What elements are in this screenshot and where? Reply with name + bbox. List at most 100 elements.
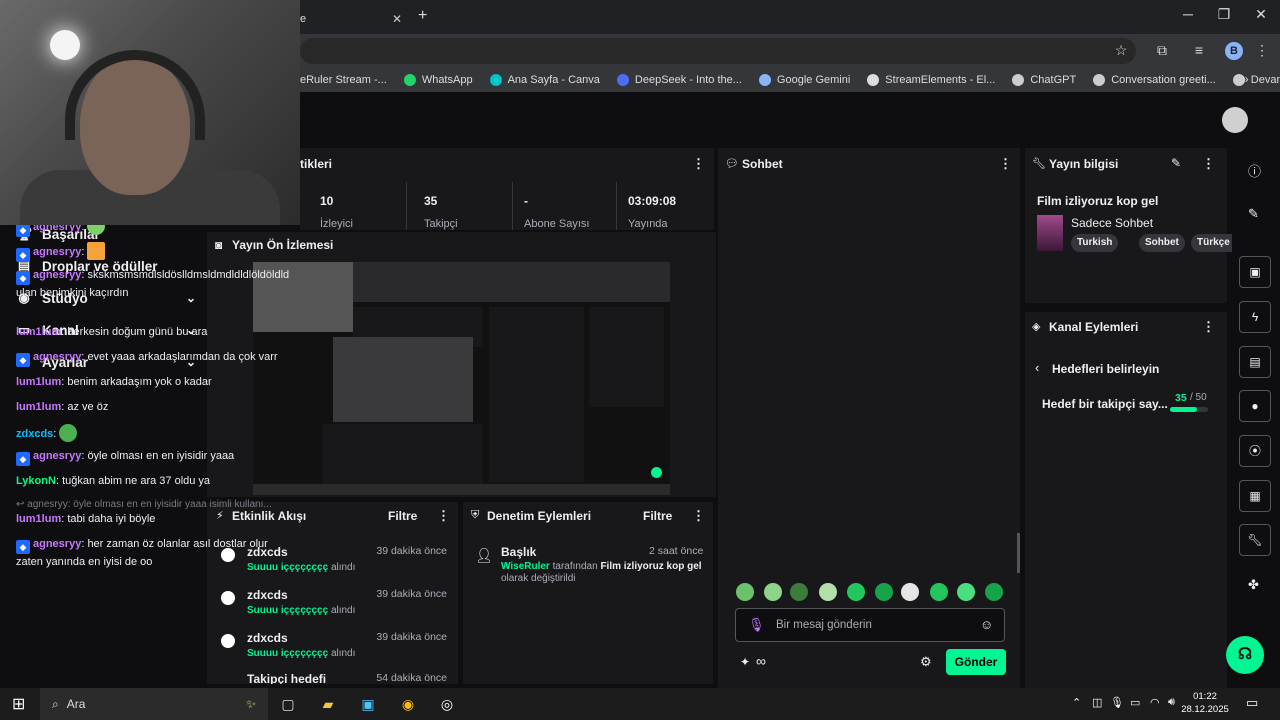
bookmark-item[interactable]: DeepSeek - Into the... bbox=[616, 74, 742, 86]
category-name: Sadece Sohbet bbox=[1071, 216, 1154, 230]
taskbar-clock[interactable]: 01:22 28.12.2025 bbox=[1180, 690, 1230, 716]
emote-icon[interactable] bbox=[985, 583, 1003, 601]
emote-icon[interactable] bbox=[875, 583, 893, 601]
reply-icon: ↩ bbox=[16, 499, 25, 510]
bookmark-item[interactable]: StreamElements - El... bbox=[867, 74, 995, 86]
close-tab-icon[interactable]: ✕ bbox=[392, 12, 402, 26]
help-icon[interactable]: ☊ bbox=[1226, 636, 1264, 674]
stream-info-panel: 🔧︎ Yayın bilgisi ✎ ⋮ Film izliyoruz kop … bbox=[1025, 148, 1236, 303]
more-bookmarks-icon[interactable]: » bbox=[1242, 72, 1249, 86]
bolt-icon[interactable]: ϟ bbox=[1239, 301, 1271, 333]
windows-start-icon[interactable]: ⊞ bbox=[12, 694, 25, 714]
microphone-icon[interactable]: 🎙︎ bbox=[1110, 696, 1124, 709]
bookmark-item[interactable]: WhatsApp bbox=[403, 74, 473, 86]
channel-points-icon[interactable]: ✦ bbox=[740, 655, 750, 669]
taskbar-search[interactable]: ⌕ Ara ✨︎ bbox=[40, 688, 268, 720]
obs-icon[interactable]: ◎ bbox=[435, 692, 459, 716]
gemini-icon bbox=[758, 74, 771, 86]
kebab-menu-icon[interactable]: ⋮ bbox=[692, 156, 705, 172]
activity-item[interactable]: Takipçi hedefi 54 dakika önce bbox=[207, 672, 458, 684]
search-icon: ⌕ bbox=[52, 696, 59, 711]
emote-icon[interactable] bbox=[957, 583, 975, 601]
new-tab-icon[interactable]: + bbox=[418, 7, 427, 25]
user-avatar[interactable] bbox=[1222, 107, 1248, 133]
wifi-icon[interactable]: ◠ bbox=[1150, 696, 1160, 709]
note-icon[interactable]: ▤ bbox=[1239, 346, 1271, 378]
vip-badge-icon: ◆ bbox=[16, 271, 30, 285]
preview-video[interactable] bbox=[253, 262, 670, 495]
show-hidden-icons[interactable]: ⌃ bbox=[1072, 696, 1081, 709]
extensions-icon[interactable]: ✤ bbox=[1248, 577, 1259, 593]
chat-bubble-icon[interactable]: ● bbox=[1239, 390, 1271, 422]
file-explorer-icon[interactable]: ▰ bbox=[316, 692, 340, 716]
moderation-filter-button[interactable]: Filtre bbox=[643, 509, 672, 523]
gear-icon[interactable]: ⚙ bbox=[920, 654, 932, 670]
chat-message: lum1lum: herkesin doğum günü bu ara bbox=[16, 326, 208, 338]
raid-icon[interactable]: ⦿ bbox=[1239, 435, 1271, 467]
activity-item[interactable]: zdxcds 39 dakika önce Suuuu içççççççç al… bbox=[207, 631, 458, 671]
clip-icon[interactable]: ▣ bbox=[1239, 256, 1271, 288]
browser-tab[interactable]: e ✕ bbox=[300, 4, 410, 34]
media-icon[interactable]: ≡ bbox=[1189, 42, 1209, 58]
microphone-icon[interactable]: 🎙︎ bbox=[748, 617, 765, 633]
bookmark-star-icon[interactable]: ☆ bbox=[1111, 42, 1131, 59]
minimize-icon[interactable]: ─ bbox=[1170, 6, 1206, 22]
tag[interactable]: Turkish bbox=[1071, 234, 1119, 252]
bookmark-item[interactable]: Google Gemini bbox=[758, 74, 850, 86]
back-chevron-icon[interactable]: ‹ bbox=[1035, 360, 1039, 375]
activity-item[interactable]: zdxcds 39 dakika önce Suuuu içççççççç al… bbox=[207, 588, 458, 628]
profile-avatar[interactable]: B bbox=[1225, 42, 1243, 60]
emote-icon[interactable] bbox=[847, 583, 865, 601]
tag[interactable]: Sohbet bbox=[1139, 234, 1185, 252]
chat-message: lum1lum: az ve öz bbox=[16, 401, 109, 413]
kebab-menu-icon[interactable]: ⋮ bbox=[692, 508, 705, 524]
chrome-icon[interactable]: ◉ bbox=[396, 692, 420, 716]
goal-label[interactable]: Hedef bir takipçi say... bbox=[1042, 397, 1168, 411]
chat-scrollbar[interactable] bbox=[1017, 533, 1020, 573]
kebab-menu-icon[interactable]: ⋮ bbox=[437, 508, 450, 524]
ad-icon[interactable]: ▦ bbox=[1239, 480, 1271, 512]
emote-icon[interactable] bbox=[764, 583, 782, 601]
wrench-icon[interactable]: 🔧︎ bbox=[1239, 524, 1271, 556]
maximize-icon[interactable]: ❐ bbox=[1206, 6, 1242, 23]
stats-panel: tikleri ⋮ 10 İzleyici 35 Takipçi - Abone… bbox=[300, 148, 714, 230]
points-balance: ∞ bbox=[756, 653, 766, 669]
close-window-icon[interactable]: ✕ bbox=[1243, 6, 1279, 23]
user-icon: 👤︎ bbox=[475, 547, 493, 563]
tag[interactable]: Türkçe bbox=[1191, 234, 1236, 252]
volume-icon[interactable]: 🔊︎ bbox=[1168, 696, 1175, 709]
camera-icon[interactable]: ◫ bbox=[1092, 696, 1102, 709]
battery-icon[interactable]: ▭ bbox=[1130, 696, 1140, 709]
stat-value: 35 bbox=[424, 194, 438, 208]
extensions-icon[interactable]: ⧉ bbox=[1152, 42, 1172, 59]
pencil-icon[interactable]: ✎ bbox=[1171, 156, 1181, 170]
bookmark-item[interactable]: Conversation greeti... bbox=[1093, 74, 1216, 86]
notification-icon[interactable]: ▭ bbox=[1246, 695, 1258, 711]
omnibox[interactable] bbox=[300, 38, 1136, 64]
emote-icon[interactable] bbox=[901, 583, 919, 601]
store-icon[interactable]: ▣ bbox=[356, 692, 380, 716]
activity-filter-button[interactable]: Filtre bbox=[388, 509, 417, 523]
bookmark-item[interactable]: Devam eden kodlama bbox=[1232, 74, 1280, 86]
kebab-menu-icon[interactable]: ⋮ bbox=[1202, 156, 1215, 172]
task-view-icon[interactable]: ▢ bbox=[276, 692, 300, 716]
emote-icon[interactable] bbox=[930, 583, 948, 601]
bookmark-item[interactable]: Ana Sayfa - Canva bbox=[489, 74, 600, 86]
emote-icon[interactable] bbox=[736, 583, 754, 601]
pencil-icon[interactable]: ✎ bbox=[1248, 206, 1259, 222]
stat-label: Abone Sayısı bbox=[524, 218, 590, 230]
browser-menu-icon[interactable]: ⋮ bbox=[1252, 42, 1272, 59]
info-icon[interactable]: ⓘ bbox=[1248, 161, 1261, 180]
emote-icon[interactable] bbox=[790, 583, 808, 601]
stat-value: 03:09:08 bbox=[628, 194, 677, 208]
chat-input[interactable]: 🎙︎ Bir mesaj gönderin ☺ bbox=[735, 608, 1005, 642]
bookmark-item[interactable]: ChatGPT bbox=[1012, 74, 1076, 86]
vip-badge-icon: ◆ bbox=[16, 223, 30, 237]
send-button[interactable]: Gönder bbox=[946, 649, 1006, 675]
streamelements-icon bbox=[867, 74, 880, 86]
kebab-menu-icon[interactable]: ⋮ bbox=[999, 156, 1012, 172]
emote-icon[interactable] bbox=[819, 583, 837, 601]
kebab-menu-icon[interactable]: ⋮ bbox=[1202, 319, 1215, 335]
emoji-icon[interactable]: ☺ bbox=[980, 617, 993, 632]
bookmark-item[interactable]: eRuler Stream -... bbox=[300, 74, 387, 86]
